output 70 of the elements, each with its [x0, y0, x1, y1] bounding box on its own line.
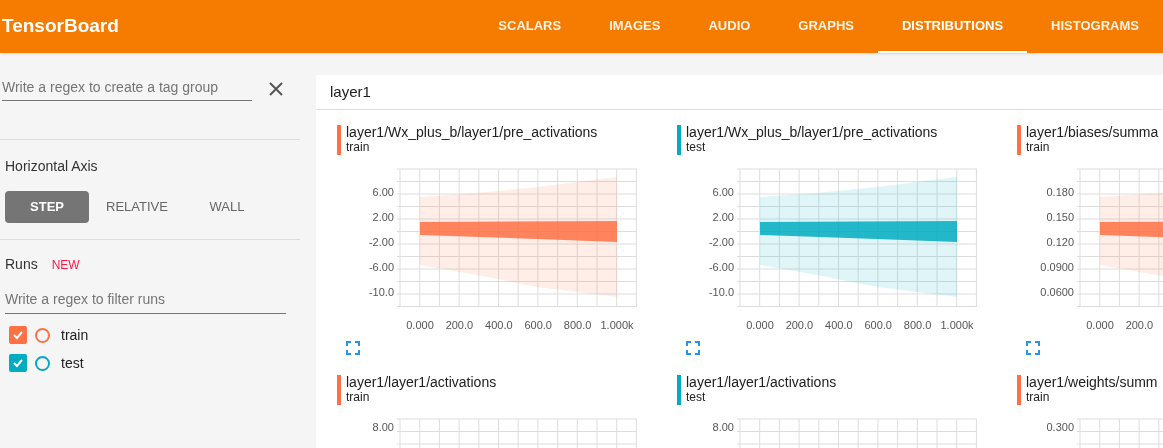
- chart-title: layer1/weights/summ: [1026, 375, 1158, 390]
- section-label: Horizontal Axis: [5, 157, 99, 176]
- y-tick-label: -6.00: [368, 261, 394, 273]
- x-tick-label: 800.0: [903, 319, 932, 331]
- y-tick-label: 2.00: [712, 211, 734, 223]
- run-name: train: [1026, 140, 1051, 155]
- y-tick-label: 0.150: [1046, 211, 1074, 223]
- x-tick-label: 200.0: [785, 319, 814, 331]
- nav-tab[interactable]: GRAPHS: [774, 0, 878, 53]
- check-icon: [12, 357, 24, 369]
- chart-title: layer1/Wx_plus_b/layer1/pre_activations: [346, 125, 598, 140]
- y-tick-label: 0.120: [1046, 236, 1074, 248]
- axis-option[interactable]: WALL: [185, 191, 269, 223]
- run-label: train: [61, 325, 89, 345]
- chart-title: layer1/layer1/activations: [686, 375, 837, 390]
- nav-tab[interactable]: HISTOGRAMS: [1027, 0, 1163, 53]
- chart-title: layer1/layer1/activations: [346, 375, 497, 390]
- fullscreen-icon[interactable]: [346, 341, 360, 355]
- axis-option[interactable]: RELATIVE: [95, 191, 179, 223]
- y-tick-label: 0.180: [1046, 186, 1074, 198]
- y-tick-label: 8.00: [372, 421, 394, 433]
- nav-tab[interactable]: SCALARS: [474, 0, 586, 53]
- y-tick-label: 6.00: [712, 186, 734, 198]
- run-checkbox[interactable]: [9, 326, 27, 344]
- y-tick-label: 8.00: [712, 421, 734, 433]
- x-tick-label: 0.000: [406, 319, 434, 331]
- tag-group-field[interactable]: Write a regex to create a tag group: [2, 77, 252, 101]
- y-tick-label: -6.00: [708, 261, 734, 273]
- y-tick-label: 0.0900: [1040, 261, 1074, 273]
- section-label: Runs: [5, 255, 38, 274]
- nav-tab[interactable]: AUDIO: [684, 0, 775, 53]
- x-tick-label: 200.0: [1125, 319, 1154, 331]
- x-tick-label: 400.0: [485, 319, 513, 331]
- group-title: layer1: [330, 81, 371, 102]
- nav-tab[interactable]: DISTRIBUTIONS: [878, 0, 1028, 53]
- x-tick-label: 1.000k: [600, 319, 634, 331]
- y-tick-label: 2.00: [372, 211, 394, 223]
- check-icon: [12, 329, 24, 341]
- x-tick-label: 0.000: [746, 319, 774, 331]
- new-label: NEW: [51, 256, 80, 274]
- x-tick-label: 400.0: [825, 319, 853, 331]
- fullscreen-icon[interactable]: [1026, 341, 1040, 355]
- x-tick-label: 600.0: [524, 319, 552, 331]
- run-name: train: [346, 390, 371, 405]
- chart-title: layer1/biases/summa: [1026, 125, 1159, 140]
- app-title: TensorBoard: [2, 14, 119, 39]
- y-tick-label: 0.0600: [1040, 286, 1074, 298]
- y-tick-label: -10.0: [708, 286, 734, 298]
- axis-option[interactable]: STEP: [5, 191, 89, 223]
- fullscreen-icon[interactable]: [686, 341, 700, 355]
- x-tick-label: 0.000: [1086, 319, 1114, 331]
- x-tick-label: 600.0: [864, 319, 892, 331]
- x-tick-label: 1.000k: [940, 319, 974, 331]
- chart-title: layer1/Wx_plus_b/layer1/pre_activations: [686, 125, 938, 140]
- x-tick-label: 800.0: [563, 319, 592, 331]
- run-name: train: [1026, 390, 1051, 405]
- run-name: train: [346, 140, 371, 155]
- y-tick-label: 0.300: [1046, 421, 1074, 433]
- y-tick-label: -2.00: [708, 236, 734, 248]
- close-icon[interactable]: [268, 81, 284, 97]
- run-name: test: [686, 390, 707, 405]
- run-filter-field[interactable]: Write a regex to filter runs: [5, 289, 286, 314]
- y-tick-label: 6.00: [372, 186, 394, 198]
- nav-tab[interactable]: IMAGES: [585, 0, 685, 53]
- y-tick-label: -10.0: [368, 286, 394, 298]
- run-label: test: [61, 353, 84, 373]
- run-name: test: [686, 140, 707, 155]
- y-tick-label: -2.00: [368, 236, 394, 248]
- x-tick-label: 200.0: [445, 319, 474, 331]
- run-checkbox[interactable]: [9, 354, 27, 372]
